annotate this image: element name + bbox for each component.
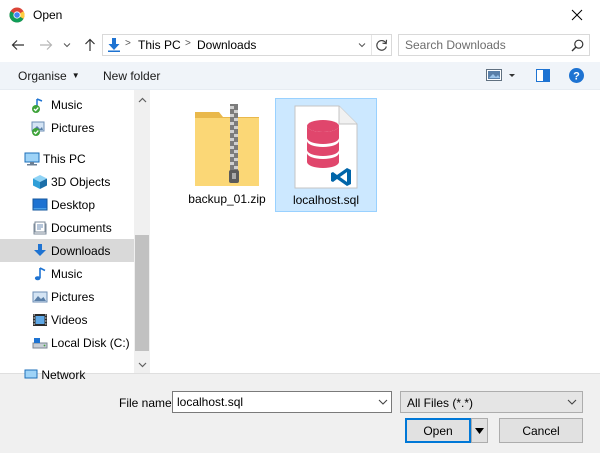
preview-pane-icon — [536, 69, 550, 82]
address-bar[interactable]: > This PC > Downloads — [102, 34, 392, 56]
file-item-backup-zip[interactable]: backup_01.zip — [177, 98, 277, 212]
sidebar-item-3d-objects[interactable]: 3D Objects — [0, 170, 134, 193]
breadcrumb-separator: > — [125, 38, 131, 49]
sidebar-item-label: Downloads — [51, 244, 111, 258]
dialog-footer: Network File name: All Files (*.*) Open … — [0, 368, 600, 453]
navigation-pane: Music Pictures This PC 3D Objects Deskto… — [0, 90, 150, 373]
scrollbar-thumb[interactable] — [135, 235, 149, 351]
organise-label: Organise — [18, 69, 67, 83]
breadcrumb-downloads[interactable]: Downloads — [197, 38, 256, 52]
sidebar-item-downloads[interactable]: Downloads — [0, 239, 134, 262]
sidebar-item-desktop[interactable]: Desktop — [0, 193, 134, 216]
chevron-down-icon — [567, 395, 577, 412]
downloads-icon — [32, 243, 48, 259]
up-button[interactable] — [80, 35, 100, 55]
breadcrumb-separator: > — [185, 38, 191, 49]
downloads-icon — [108, 38, 120, 55]
chevron-down-icon[interactable] — [378, 395, 388, 412]
3d-objects-icon — [32, 174, 48, 190]
up-arrow-icon — [85, 38, 95, 51]
sidebar-item-label: Videos — [51, 313, 88, 327]
sidebar-item-label: Pictures — [51, 121, 95, 135]
pictures-folder-synced-icon — [30, 120, 46, 136]
sidebar-item-videos[interactable]: Videos — [0, 308, 134, 331]
music-folder-synced-icon — [30, 97, 46, 113]
scroll-down-arrow-icon[interactable] — [134, 357, 150, 373]
file-type-select[interactable]: All Files (*.*) — [400, 391, 583, 413]
search-icon[interactable] — [571, 39, 584, 55]
refresh-icon — [376, 39, 388, 51]
sidebar-item-pictures[interactable]: Pictures — [0, 285, 134, 308]
command-bar: Organise ▼ New folder ? — [0, 62, 600, 90]
sidebar-item-label: Music — [51, 98, 83, 112]
recent-locations-button[interactable] — [60, 35, 74, 55]
help-button[interactable]: ? — [569, 68, 584, 86]
caret-down-icon: ▼ — [71, 71, 80, 80]
sidebar-item-label: Pictures — [51, 290, 95, 304]
sidebar-item-label: Documents — [51, 221, 112, 235]
open-button[interactable]: Open — [405, 418, 471, 443]
videos-icon — [32, 312, 48, 328]
chrome-icon — [9, 7, 25, 23]
sidebar-item-music[interactable]: Music — [0, 262, 134, 285]
open-options-button[interactable] — [471, 418, 488, 443]
sidebar-item-this-pc[interactable]: This PC — [0, 147, 134, 170]
sidebar-item-local-disk[interactable]: Local Disk (C:) — [0, 331, 134, 354]
pictures-icon — [32, 289, 48, 305]
view-options-button[interactable] — [486, 68, 516, 85]
organise-menu[interactable]: Organise ▼ — [18, 69, 80, 83]
search-box[interactable] — [398, 34, 590, 56]
back-button[interactable] — [8, 35, 28, 55]
breadcrumb-this-pc[interactable]: This PC — [138, 38, 181, 52]
help-icon: ? — [569, 68, 584, 83]
file-name-input[interactable] — [173, 392, 373, 412]
back-arrow-icon — [11, 40, 24, 50]
sql-file-icon — [276, 103, 376, 191]
chevron-down-icon — [358, 43, 366, 48]
sidebar-item-pictures-quick[interactable]: Pictures — [0, 116, 134, 139]
refresh-button[interactable] — [371, 35, 391, 55]
file-name: backup_01.zip — [188, 192, 266, 206]
sidebar-item-network-partial: Network — [24, 368, 85, 382]
file-item-localhost-sql[interactable]: localhost.sql — [275, 98, 377, 212]
file-type-value: All Files (*.*) — [407, 396, 474, 410]
svg-text:?: ? — [573, 71, 580, 83]
scroll-up-arrow-icon[interactable] — [134, 92, 150, 108]
documents-icon — [32, 220, 48, 236]
view-options-icon — [486, 69, 515, 81]
zip-folder-icon — [177, 102, 277, 190]
forward-arrow-icon — [40, 40, 53, 50]
file-name-combobox[interactable] — [172, 391, 392, 413]
preview-pane-button[interactable] — [536, 69, 550, 85]
close-button[interactable] — [554, 0, 600, 30]
cancel-button[interactable]: Cancel — [499, 418, 583, 443]
sidebar-item-label: Local Disk (C:) — [51, 336, 130, 350]
search-input[interactable] — [399, 35, 569, 55]
chevron-down-icon — [63, 43, 71, 48]
new-folder-button[interactable]: New folder — [103, 69, 160, 83]
computer-icon — [24, 151, 40, 167]
file-list: backup_01.zip localhost.sql — [150, 90, 600, 373]
sidebar-item-label: Desktop — [51, 198, 96, 212]
music-icon — [32, 266, 48, 282]
desktop-icon — [32, 197, 48, 213]
sidebar-item-documents[interactable]: Documents — [0, 216, 134, 239]
navigation-scrollbar[interactable] — [134, 90, 150, 373]
sidebar-item-label: Network — [41, 368, 86, 382]
sidebar-item-music-quick[interactable]: Music — [0, 93, 134, 116]
caret-down-icon — [475, 427, 484, 434]
address-dropdown-button[interactable] — [355, 35, 369, 55]
sidebar-item-label: 3D Objects — [51, 175, 111, 189]
network-icon — [24, 369, 38, 379]
forward-button[interactable] — [36, 35, 56, 55]
local-disk-icon — [32, 335, 48, 351]
file-name-label: File name: — [119, 396, 176, 410]
close-icon — [571, 9, 583, 21]
window-title: Open — [33, 8, 63, 22]
file-name: localhost.sql — [292, 193, 360, 207]
title-bar: Open — [0, 0, 600, 30]
sidebar-item-label: Music — [51, 267, 83, 281]
sidebar-item-label: This PC — [43, 152, 86, 166]
